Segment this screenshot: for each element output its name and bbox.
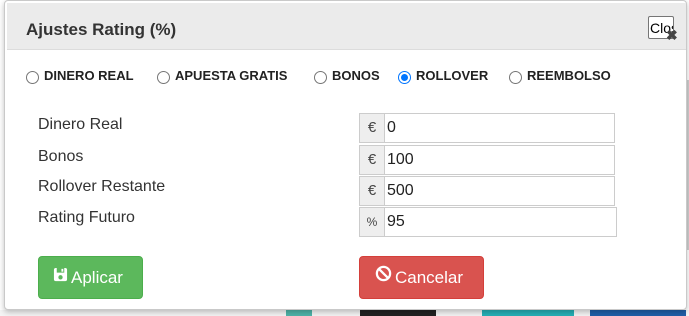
radio-label: APUESTA GRATIS (175, 68, 288, 83)
dialog-title: Ajustes Rating (%) (26, 20, 177, 39)
background-tile (590, 310, 686, 316)
rating-futuro-input[interactable]: 95 (384, 207, 617, 237)
background-tile (482, 310, 574, 316)
percent-addon: % (359, 207, 384, 237)
radio-button[interactable] (157, 71, 170, 84)
ban-icon (375, 256, 392, 297)
radio-button[interactable] (509, 71, 522, 84)
cancel-label: Cancelar (395, 268, 464, 287)
rating-futuro-label: Rating Futuro (38, 209, 135, 226)
bonos-label: Bonos (38, 148, 84, 165)
bonos-input[interactable]: 100 (384, 145, 615, 175)
rollover-restante-label: Rollover Restante (38, 178, 166, 195)
euro-addon: € (359, 113, 384, 143)
dinero-real-label: Dinero Real (38, 116, 123, 133)
close-icon[interactable]: ✖ (666, 28, 678, 42)
background-tile (286, 310, 312, 316)
cancel-button[interactable]: Cancelar (359, 256, 484, 299)
radio-button[interactable] (314, 71, 327, 84)
radio-label: BONOS (332, 68, 380, 83)
rollover-restante-input[interactable]: 500 (384, 176, 615, 206)
save-icon (53, 256, 68, 297)
background-page (0, 310, 689, 316)
dialog-header: Ajustes Rating (%) (7, 3, 686, 50)
apply-button[interactable]: Aplicar (38, 256, 143, 299)
euro-addon: € (359, 145, 384, 175)
radio-button[interactable] (398, 71, 411, 84)
radio-label: DINERO REAL (44, 68, 134, 83)
euro-addon: € (359, 176, 384, 206)
radio-label: ROLLOVER (416, 68, 489, 83)
radio-label: REEMBOLSO (527, 68, 611, 83)
background-tile (360, 310, 436, 316)
radio-button[interactable] (26, 71, 39, 84)
apply-label: Aplicar (71, 268, 123, 287)
dinero-real-input[interactable]: 0 (384, 113, 615, 143)
